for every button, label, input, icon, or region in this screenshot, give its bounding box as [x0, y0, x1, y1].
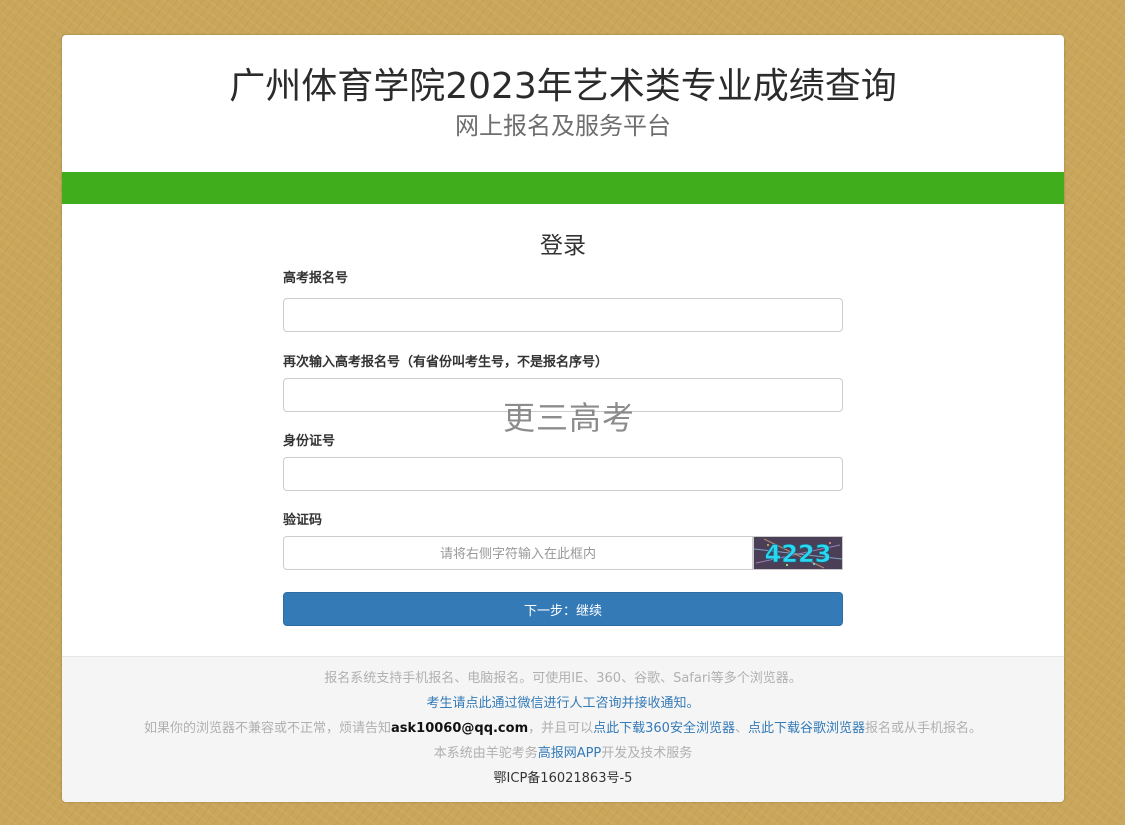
gaobao-app-link[interactable]: 高报网APP	[538, 746, 602, 761]
footer-compat-text-post: 报名或从手机报名。	[865, 721, 983, 736]
id-number-group: 身份证号	[283, 433, 843, 491]
footer-developer-line: 本系统由羊驼考务高报网APP开发及技术服务	[62, 741, 1064, 766]
confirm-registration-number-label: 再次输入高考报名号（有省份叫考生号，不是报名序号）	[283, 355, 609, 370]
id-number-label: 身份证号	[283, 434, 336, 449]
registration-number-input[interactable]	[283, 298, 843, 332]
page-title: 广州体育学院2023年艺术类专业成绩查询	[229, 66, 897, 107]
page-header: 广州体育学院2023年艺术类专业成绩查询 网上报名及服务平台	[62, 35, 1064, 172]
download-360-browser-link[interactable]: 点此下载360安全浏览器	[593, 721, 735, 736]
download-chrome-link[interactable]: 点此下载谷歌浏览器	[748, 721, 865, 736]
confirm-registration-number-input[interactable]	[283, 378, 843, 412]
captcha-text: 4223	[765, 540, 832, 568]
captcha-row: 4223	[283, 536, 843, 570]
login-form: 登录 高考报名号 再次输入高考报名号（有省份叫考生号，不是报名序号） 身份证号 …	[283, 204, 843, 626]
wechat-consult-link[interactable]: 考生请点此通过微信进行人工咨询并接收通知。	[426, 696, 699, 711]
footer-compat-line: 如果你的浏览器不兼容或不正常，烦请告知ask10060@qq.com，并且可以点…	[62, 716, 1064, 741]
page-subtitle: 网上报名及服务平台	[455, 112, 671, 140]
header-divider-bar	[62, 172, 1064, 204]
form-title: 登录	[540, 233, 586, 259]
captcha-label: 验证码	[283, 513, 323, 528]
confirm-registration-number-group: 再次输入高考报名号（有省份叫考生号，不是报名序号）	[283, 354, 843, 412]
id-number-input[interactable]	[283, 457, 843, 491]
next-step-button[interactable]: 下一步：继续	[283, 592, 843, 626]
icp-record: 鄂ICP备16021863号-5	[493, 771, 633, 786]
captcha-group: 验证码 4223	[283, 512, 843, 570]
contact-email: ask10060@qq.com	[391, 721, 529, 736]
captcha-image[interactable]: 4223	[753, 536, 843, 570]
captcha-noise-graphic: 4223	[754, 537, 842, 569]
footer-compat-text-pre: 如果你的浏览器不兼容或不正常，烦请告知	[143, 721, 391, 736]
footer-developer-pre: 本系统由羊驼考务	[433, 746, 538, 761]
footer-compat-text-mid: ，并且可以	[528, 721, 594, 736]
registration-number-group: 高考报名号	[283, 270, 843, 332]
login-card: 广州体育学院2023年艺术类专业成绩查询 网上报名及服务平台 登录 高考报名号 …	[62, 35, 1064, 802]
footer-wechat-line: 考生请点此通过微信进行人工咨询并接收通知。	[62, 691, 1064, 716]
registration-number-label: 高考报名号	[283, 271, 349, 286]
footer-developer-post: 开发及技术服务	[601, 746, 693, 761]
page-footer: 报名系统支持手机报名、电脑报名。可使用IE、360、谷歌、Safari等多个浏览…	[62, 656, 1064, 802]
footer-compat-separator: 、	[734, 721, 748, 736]
captcha-input[interactable]	[283, 536, 753, 570]
footer-browser-support: 报名系统支持手机报名、电脑报名。可使用IE、360、谷歌、Safari等多个浏览…	[324, 671, 802, 686]
